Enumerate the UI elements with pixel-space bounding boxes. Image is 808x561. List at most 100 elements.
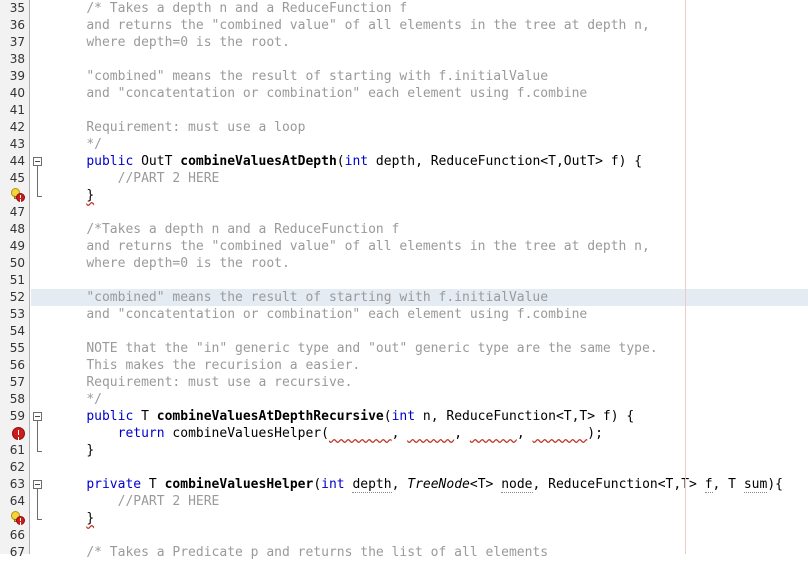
code-line[interactable]: } [31, 510, 808, 527]
code-folding-strip[interactable] [31, 0, 53, 554]
code-token-comment: */ [86, 392, 102, 407]
code-token-comment: and returns the "combined value" of all … [86, 18, 650, 33]
code-line[interactable]: where depth=0 is the root. [31, 34, 808, 51]
code-line[interactable]: where depth=0 is the root. [31, 255, 808, 272]
code-line[interactable]: This makes the recurision a easier. [31, 357, 808, 374]
code-line[interactable]: Requirement: must use a loop [31, 119, 808, 136]
code-token-plain: ( [313, 477, 322, 492]
code-line[interactable]: /* Takes a depth n and a ReduceFunction … [31, 0, 808, 17]
code-line[interactable]: public OutT combineValuesAtDepth(int dep… [31, 153, 808, 170]
code-line[interactable]: private T combineValuesHelper(int depth,… [31, 476, 808, 493]
line-number: 39 [9, 69, 25, 83]
line-number: 67 [9, 545, 25, 559]
code-line[interactable]: } [31, 187, 808, 204]
code-line[interactable]: */ [31, 136, 808, 153]
code-line[interactable] [31, 204, 808, 221]
fold-region-line [37, 489, 38, 519]
code-token-keyword: public [86, 409, 134, 424]
code-token-comment: Requirement: must use a loop [86, 120, 306, 135]
code-token-plain: , [454, 426, 470, 441]
code-token-plain: ); [587, 426, 603, 441]
code-line[interactable] [31, 323, 808, 340]
code-editor[interactable]: 35 36 37 38 39 40 41 42 43 44 45 47 48 49 50 51 52 53 54 55… [0, 0, 808, 560]
code-line[interactable]: Requirement: must use a recursive. [31, 374, 808, 391]
code-token-blank [533, 425, 588, 442]
code-token-comment: This makes the recurision a easier. [86, 358, 361, 373]
code-line[interactable] [31, 272, 808, 289]
code-line[interactable] [31, 102, 808, 119]
error-icon[interactable] [10, 426, 26, 441]
code-token-error: } [86, 511, 95, 526]
gutter-annotation-row[interactable] [0, 187, 29, 204]
gutter-annotation-row[interactable] [0, 425, 29, 442]
code-line[interactable]: /* Takes a Predicate p and returns the l… [31, 544, 808, 561]
line-number: 51 [9, 273, 25, 287]
line-number: 54 [9, 324, 25, 338]
line-number: 56 [9, 358, 25, 372]
code-token-plain: T [133, 409, 157, 424]
line-number: 52 [9, 290, 25, 304]
fold-region-end [37, 451, 42, 452]
right-margin-guide [685, 0, 686, 554]
line-number-gutter[interactable]: 35 36 37 38 39 40 41 42 43 44 45 47 48 49 50 51 52 53 54 55… [0, 0, 30, 559]
code-token-blank [470, 425, 517, 442]
code-line[interactable]: /*Takes a depth n and a ReduceFunction f [31, 221, 808, 238]
code-token-comment: and "concatentation or combination" each… [86, 307, 588, 322]
code-token-warn: node [501, 477, 533, 493]
code-token-keyword: int [321, 477, 345, 492]
code-line[interactable]: "combined" means the result of starting … [31, 68, 808, 85]
code-line[interactable]: } [31, 442, 808, 459]
code-line[interactable]: and returns the "combined value" of all … [31, 238, 808, 255]
code-line[interactable] [31, 527, 808, 544]
code-line[interactable]: and returns the "combined value" of all … [31, 17, 808, 34]
line-number: 50 [9, 256, 25, 270]
code-token-blank [407, 425, 454, 442]
fold-collapse-toggle[interactable] [33, 412, 42, 421]
code-line[interactable] [31, 459, 808, 476]
fold-collapse-toggle[interactable] [33, 480, 42, 489]
gutter-annotation-row[interactable] [0, 510, 29, 527]
lightbulb-error-icon[interactable] [10, 511, 26, 526]
code-token-comment: */ [86, 137, 102, 152]
line-number: 59 [9, 409, 25, 423]
code-token-plain: depth, ReduceFunction<T,OutT> f) { [368, 154, 643, 169]
lightbulb-error-icon[interactable] [10, 188, 26, 203]
line-number: 63 [9, 477, 25, 491]
code-line[interactable]: */ [31, 391, 808, 408]
code-line[interactable]: and "concatentation or combination" each… [31, 85, 808, 102]
code-token-plain: n, ReduceFunction<T,T> f) { [415, 409, 635, 424]
code-line[interactable]: NOTE that the "in" generic type and "out… [31, 340, 808, 357]
code-line[interactable] [31, 51, 808, 68]
code-token-warn: f [704, 477, 713, 493]
fold-collapse-toggle[interactable] [33, 157, 42, 166]
line-number: 40 [9, 86, 25, 100]
code-line[interactable]: //PART 2 HERE [31, 170, 808, 187]
code-line[interactable]: return combineValuesHelper( , , , ); [31, 425, 808, 442]
code-token-plain: , [391, 426, 408, 441]
code-token-function: combineValuesAtDepth [180, 154, 337, 169]
line-number: 66 [9, 528, 25, 542]
code-token-comment: NOTE that the "in" generic type and "out… [86, 341, 658, 356]
code-line[interactable]: public T combineValuesAtDepthRecursive(i… [31, 408, 808, 425]
code-text-area[interactable]: /* Takes a depth n and a ReduceFunction … [31, 0, 808, 560]
code-token-plain: OutT [133, 154, 181, 169]
code-line[interactable]: and "concatentation or combination" each… [31, 306, 808, 323]
code-token-plain: <T> [469, 477, 502, 492]
code-token-warn: sum [743, 477, 768, 493]
code-token-comment: /*Takes a depth n and a ReduceFunction f [86, 222, 400, 237]
code-line-current[interactable]: "combined" means the result of starting … [31, 289, 808, 306]
line-number: 55 [9, 341, 25, 355]
code-line[interactable]: //PART 2 HERE [31, 493, 808, 510]
